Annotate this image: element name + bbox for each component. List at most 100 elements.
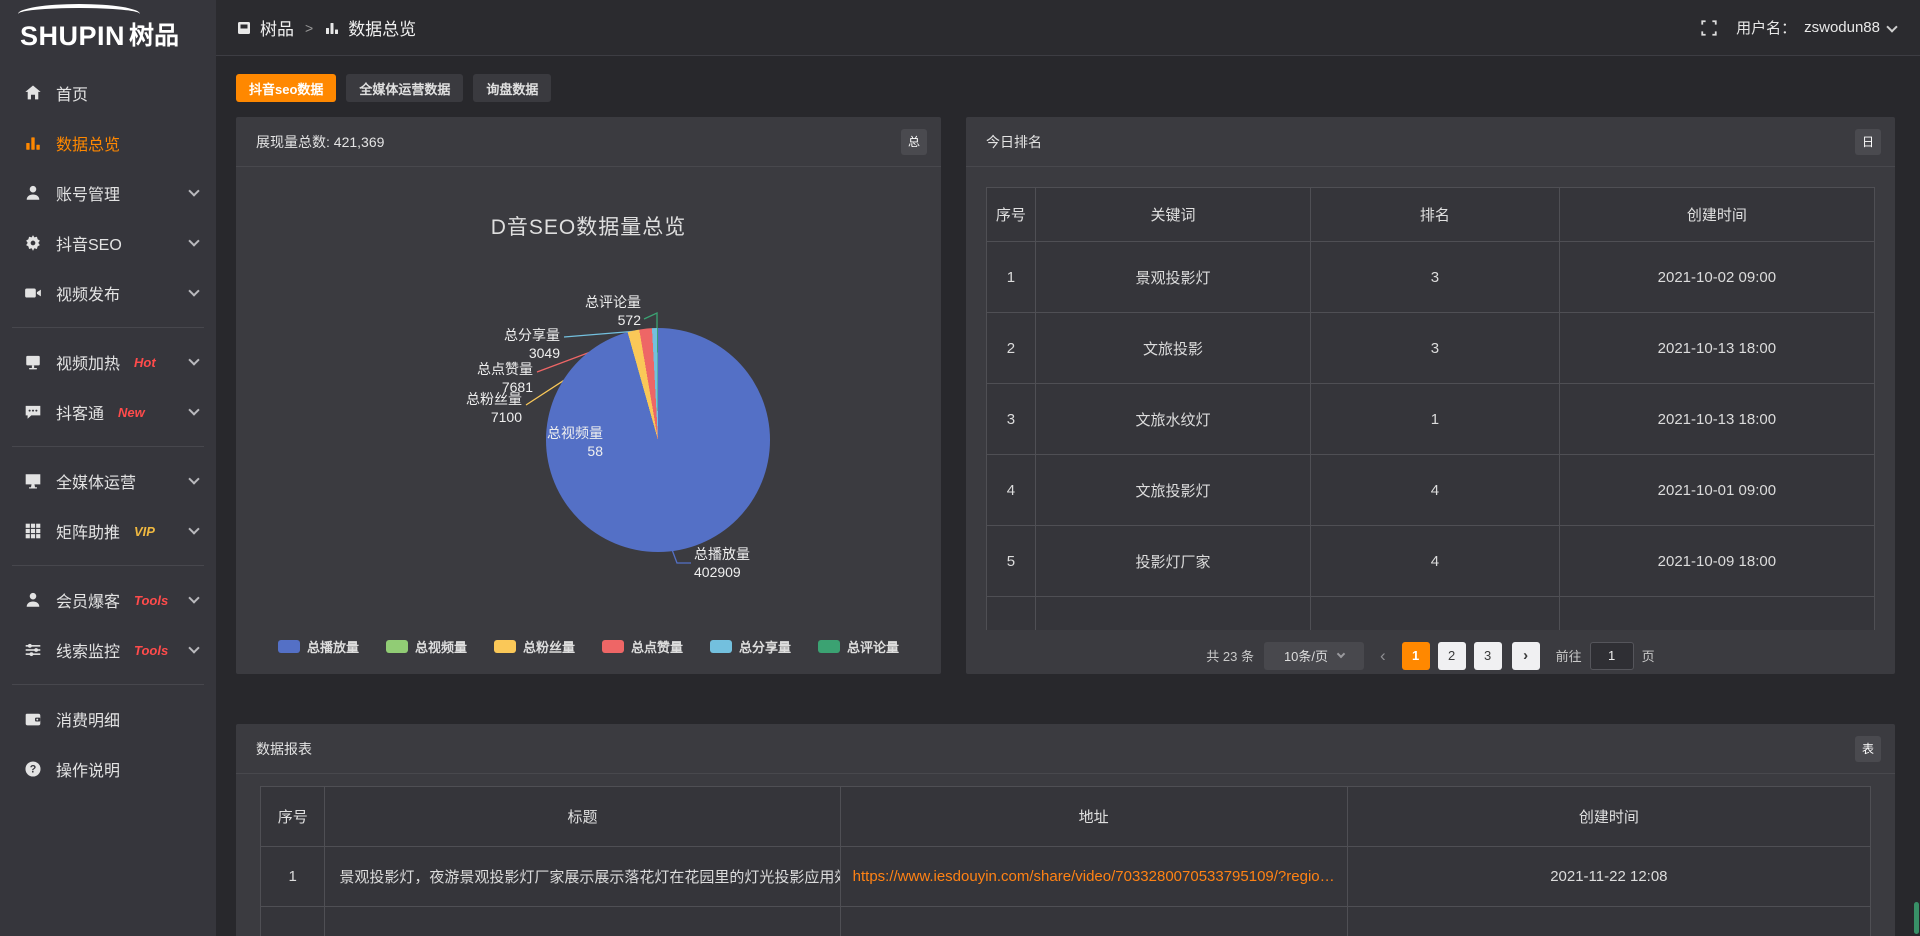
breadcrumb: 树品 > 数据总览 [236, 15, 416, 40]
table-cell: 5 [987, 526, 1036, 597]
tab-1[interactable]: 全媒体运营数据 [346, 74, 463, 102]
screen-icon [24, 353, 42, 371]
table-cell: 2021-10-01 09:00 [1559, 455, 1874, 526]
sidebar-item-label: 矩阵助推 [56, 519, 120, 543]
brand-logo[interactable]: SHUPIN 树品 [0, 0, 216, 56]
user-icon [24, 591, 42, 609]
report-table-header-row: 序号标题地址创建时间 [261, 787, 1871, 847]
pie-label-fans: 总粉丝量7100 [432, 390, 522, 426]
sidebar-item-help[interactable]: ?操作说明 [0, 744, 216, 794]
chart-panel: 展现量总数: 421,369 总 D音SEO数据量总览 [236, 117, 941, 674]
chevron-down-icon [1886, 21, 1897, 32]
page-button-2[interactable]: 2 [1438, 642, 1466, 670]
page-button-1[interactable]: 1 [1402, 642, 1430, 670]
legend-item[interactable]: 总视频量 [386, 637, 467, 656]
badge-vip: VIP [134, 524, 155, 539]
legend-item[interactable]: 总点赞量 [602, 637, 683, 656]
report-panel-header: 数据报表 表 [236, 724, 1895, 774]
legend-label: 总点赞量 [631, 637, 683, 656]
sidebar-item-label: 抖客通 [56, 400, 104, 424]
sidebar-item-account-manage[interactable]: 账号管理 [0, 168, 216, 218]
sliders-icon [24, 641, 42, 659]
sidebar-item-matrix-boost[interactable]: 矩阵助推 VIP [0, 506, 216, 556]
rank-table-body: 1景观投影灯32021-10-02 09:002文旅投影32021-10-13 … [987, 242, 1875, 630]
table-row: 1景观投影灯，夜游景观投影灯厂家展示展示落花灯在花园里的灯光投影应用效果 #ht… [261, 847, 1871, 907]
sidebar-item-home[interactable]: 首页 [0, 68, 216, 118]
legend-item[interactable]: 总评论量 [818, 637, 899, 656]
sidebar-divider [12, 684, 204, 685]
column-header: 创建时间 [1347, 787, 1870, 847]
home-icon [24, 84, 42, 102]
sidebar-item-label: 线索监控 [56, 638, 120, 662]
chart-view-toggle-button[interactable]: 总 [901, 129, 927, 155]
sidebar-item-label: 账号管理 [56, 181, 120, 205]
report-table: 序号标题地址创建时间 1景观投影灯，夜游景观投影灯厂家展示展示落花灯在花园里的灯… [260, 786, 1871, 936]
table-cell: 2021-10-09 18:00 [1559, 526, 1874, 597]
legend-swatch [278, 640, 300, 653]
page-button-3[interactable]: 3 [1474, 642, 1502, 670]
goto-page: 前往 页 [1556, 642, 1655, 670]
chevron-down-icon [188, 404, 199, 415]
table-cell: 4 [987, 455, 1036, 526]
table-cell: 4 [1311, 455, 1560, 526]
user-menu[interactable]: 用户名：zswodun88 [1736, 17, 1896, 38]
next-page-button[interactable]: › [1512, 642, 1540, 670]
rank-panel-header: 今日排名 日 [966, 117, 1895, 167]
chevron-down-icon [188, 523, 199, 534]
sidebar-item-clue-monitor[interactable]: 线索监控 Tools [0, 625, 216, 675]
sidebar-item-label: 全媒体运营 [56, 469, 136, 493]
chevron-down-icon [188, 473, 199, 484]
sidebar-item-douyin-seo[interactable]: 抖音SEO [0, 218, 216, 268]
goto-page-input[interactable] [1590, 642, 1634, 670]
app-window: SHUPIN 树品 首页数据总览账号管理抖音SEO 视频发布视频加热Hot抖客通N… [0, 0, 1920, 936]
rank-table-header-row: 序号关键词排名创建时间 [987, 188, 1875, 242]
sidebar-item-video-heat[interactable]: 视频加热Hot [0, 337, 216, 387]
legend-swatch [494, 640, 516, 653]
goto-label: 前往 [1556, 646, 1582, 665]
topbar: 树品 > 数据总览 用户名：zswodun88 [216, 0, 1920, 56]
sidebar-item-consumption-detail[interactable]: 消费明细 [0, 694, 216, 744]
tab-0[interactable]: 抖音seo数据 [236, 74, 336, 102]
chevron-down-icon [1337, 650, 1345, 658]
question-icon: ? [24, 760, 42, 778]
chart-icon [24, 134, 42, 152]
video-link[interactable]: https://www.iesdouyin.com/share/video/70… [853, 868, 1335, 885]
report-panel-title: 数据报表 [256, 739, 312, 759]
prev-page-button[interactable]: ‹ [1374, 646, 1392, 666]
sidebar-item-label: 视频发布 [56, 281, 120, 305]
scrollbar-thumb[interactable] [1914, 902, 1919, 934]
chart-legend: 总播放量 总视频量 总粉丝量 总点赞量 总分享量 总评论量 [236, 637, 941, 656]
sidebar-item-member-baoke[interactable]: 会员爆客Tools [0, 575, 216, 625]
badge-tools: Tools [134, 643, 168, 658]
table-cell: 1 [987, 242, 1036, 313]
table-cell: 文旅水纹灯 [1035, 384, 1310, 455]
tab-2[interactable]: 询盘数据 [473, 74, 551, 102]
sidebar-nav: 首页数据总览账号管理抖音SEO 视频发布视频加热Hot抖客通New 全媒体运营矩阵助… [0, 56, 216, 794]
legend-item[interactable]: 总播放量 [278, 637, 359, 656]
report-view-toggle-button[interactable]: 表 [1855, 736, 1881, 762]
table-cell: 4 [1311, 526, 1560, 597]
legend-label: 总分享量 [739, 637, 791, 656]
column-header: 标题 [325, 787, 840, 847]
sidebar-item-douketong[interactable]: 抖客通New [0, 387, 216, 437]
table-cell: 3 [987, 384, 1036, 455]
legend-item[interactable]: 总粉丝量 [494, 637, 575, 656]
pie-label-plays: 总播放量402909 [694, 545, 804, 581]
page-size-select[interactable]: 10条/页 [1264, 642, 1364, 670]
legend-item[interactable]: 总分享量 [710, 637, 791, 656]
fullscreen-icon[interactable] [1700, 19, 1718, 37]
rank-view-toggle-button[interactable]: 日 [1855, 129, 1881, 155]
pie-chart: D音SEO数据量总览 总评论量572 [236, 167, 941, 674]
breadcrumb-separator: > [305, 20, 313, 36]
table-cell: 文旅投影 [1035, 313, 1310, 384]
chevron-down-icon [188, 354, 199, 365]
sidebar-item-data-overview[interactable]: 数据总览 [0, 118, 216, 168]
table-cell: 2021-10-13 18:00 [1559, 384, 1874, 455]
wallet-icon [24, 710, 42, 728]
breadcrumb-item-root[interactable]: 树品 [260, 15, 294, 40]
legend-swatch [818, 640, 840, 653]
table-cell: 3 [1311, 313, 1560, 384]
rank-panel: 今日排名 日 序号关键词排名创建时间 1景观投影灯32021-10-02 09:… [966, 117, 1895, 674]
sidebar-item-video-publish[interactable]: 视频发布 [0, 268, 216, 318]
sidebar-item-media-ops[interactable]: 全媒体运营 [0, 456, 216, 506]
